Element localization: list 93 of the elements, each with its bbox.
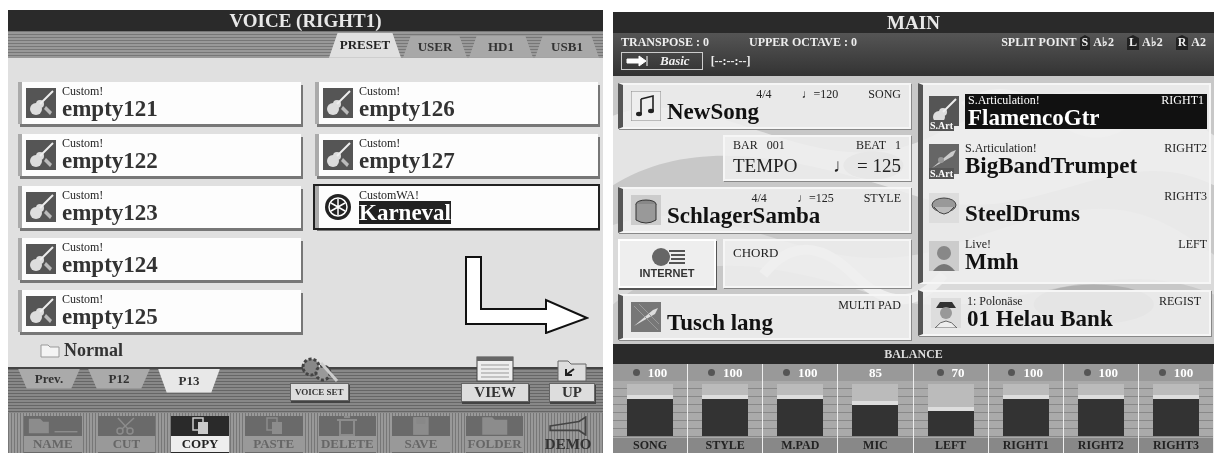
channel-label: STYLE: [688, 438, 763, 453]
folder-icon: [40, 342, 60, 359]
mode-button[interactable]: Basic: [621, 52, 703, 70]
emblem-icon: [323, 191, 353, 222]
page-tab[interactable]: P13: [158, 368, 220, 393]
tab[interactable]: PRESET: [329, 32, 401, 58]
page-tab[interactable]: Prev.: [18, 368, 80, 389]
style-panel[interactable]: 4/4 ♩=125 STYLE SchlagerSamba: [618, 186, 911, 233]
music-note-icon: [631, 90, 661, 121]
voice-button[interactable]: CustomWA! Karneval: [315, 185, 598, 228]
guitar-wrench-icon: [26, 139, 56, 170]
person-silhouette-icon: [931, 297, 961, 328]
drum-icon: [631, 194, 661, 225]
arrow-to-bar-icon: [626, 55, 650, 67]
volume-fader[interactable]: [702, 384, 749, 436]
channel-label: LEFT: [913, 438, 988, 453]
voice-button[interactable]: Custom! empty124: [18, 237, 301, 280]
transpose-readout: TRANSPOSE : 0: [621, 35, 709, 50]
channel-label: RIGHT1: [988, 438, 1063, 453]
guitar-wrench-icon: [26, 191, 56, 222]
screen-title: VOICE (RIGHT1): [8, 10, 603, 31]
part-button[interactable]: S.Art S.Articulation! RIGHT2 BigBandTrumpet: [929, 141, 1207, 177]
articulation-badge: S.Art: [929, 120, 955, 131]
tool-button[interactable]: VOICE SET: [290, 382, 349, 401]
demo-icon: [549, 416, 588, 436]
guitar-wrench-icon: [26, 87, 56, 118]
multi-pad-panel[interactable]: MULTI PAD Tusch lang: [618, 293, 911, 340]
channel-label: RIGHT3: [1138, 438, 1213, 453]
save-icon: [412, 416, 430, 436]
function-button[interactable]: COPY: [171, 416, 229, 453]
person-silhouette-icon: [929, 240, 959, 271]
split-note: A2: [1191, 35, 1206, 50]
volume-value: 100: [647, 364, 668, 381]
paste-icon: [264, 416, 283, 436]
registration-panel[interactable]: 1: Polonäse REGIST 01 Helau Bank: [918, 289, 1211, 336]
internet-button[interactable]: INTERNET: [618, 238, 716, 288]
page-tab[interactable]: P12: [88, 368, 150, 389]
trash-icon: [336, 416, 359, 436]
guitar-wrench-icon: [26, 243, 56, 274]
split-key-marker: S: [1079, 35, 1091, 50]
volume-value: 100: [798, 364, 818, 381]
section-title: BALANCE: [613, 344, 1214, 364]
tab[interactable]: HD1: [469, 35, 533, 58]
split-note: A♭2: [1093, 35, 1114, 50]
time-readout: [--:--:--]: [710, 53, 751, 69]
split-key-marker: R: [1175, 35, 1189, 50]
channel-label: M.PAD: [763, 438, 838, 453]
screen-title: MAIN: [613, 12, 1214, 33]
voice-button[interactable]: Custom! empty123: [18, 185, 301, 228]
steel-drum-icon: [929, 192, 959, 223]
voice-button[interactable]: Custom! empty127: [315, 133, 598, 176]
octave-readout: UPPER OCTAVE : 0: [749, 35, 857, 50]
volume-value: 85: [868, 364, 882, 381]
tempo-panel: BAR 001 BEAT 1 TEMPO ♩ = 125: [723, 134, 911, 181]
voice-button[interactable]: Custom! empty126: [315, 81, 598, 124]
function-button[interactable]: DEMO: [539, 416, 597, 453]
split-key-marker: L: [1126, 35, 1139, 50]
folder-name: Normal: [64, 339, 123, 361]
voice-button[interactable]: Custom! empty122: [18, 133, 301, 176]
volume-value: 70: [951, 364, 965, 381]
copy-icon: [191, 416, 210, 436]
guitar-wrench-icon: [323, 139, 353, 170]
chord-panel: CHORD: [723, 238, 911, 288]
part-button[interactable]: Live! LEFT Mmh: [929, 238, 1207, 274]
volume-value: 100: [722, 364, 743, 381]
tab[interactable]: USER: [403, 35, 467, 58]
channel-label: SONG: [613, 438, 688, 453]
volume-fader[interactable]: [777, 384, 824, 436]
part-button[interactable]: RIGHT3 SteelDrums: [929, 190, 1207, 225]
volume-fader[interactable]: [1077, 384, 1124, 436]
volume-value: 100: [1023, 364, 1043, 381]
tool-button[interactable]: UP: [549, 382, 595, 402]
guitar-wrench-icon: [26, 295, 56, 326]
folder-icon: [480, 416, 509, 436]
articulation-badge: S.Art: [929, 168, 955, 180]
trumpet-icon: [631, 301, 661, 332]
song-panel[interactable]: 4/4 ♩=120 SONG NewSong: [618, 82, 911, 129]
volume-fader[interactable]: [1002, 384, 1049, 436]
volume-fader[interactable]: [852, 384, 899, 436]
tab[interactable]: USB1: [535, 35, 599, 58]
voice-button[interactable]: Custom! empty121: [18, 81, 301, 124]
tool-button[interactable]: VIEW: [461, 382, 529, 402]
split-note: A♭2: [1142, 35, 1163, 50]
volume-fader[interactable]: [927, 384, 974, 436]
channel-label: MIC: [838, 438, 913, 453]
volume-fader[interactable]: [1152, 384, 1199, 436]
split-point-label: SPLIT POINT: [1001, 35, 1077, 50]
channel-label: RIGHT2: [1063, 438, 1138, 453]
volume-value: 100: [1098, 364, 1119, 381]
volume-fader[interactable]: [627, 384, 674, 436]
voice-button[interactable]: Custom! empty125: [18, 289, 301, 332]
guitar-wrench-icon: [323, 87, 353, 118]
volume-value: 100: [1173, 364, 1194, 381]
